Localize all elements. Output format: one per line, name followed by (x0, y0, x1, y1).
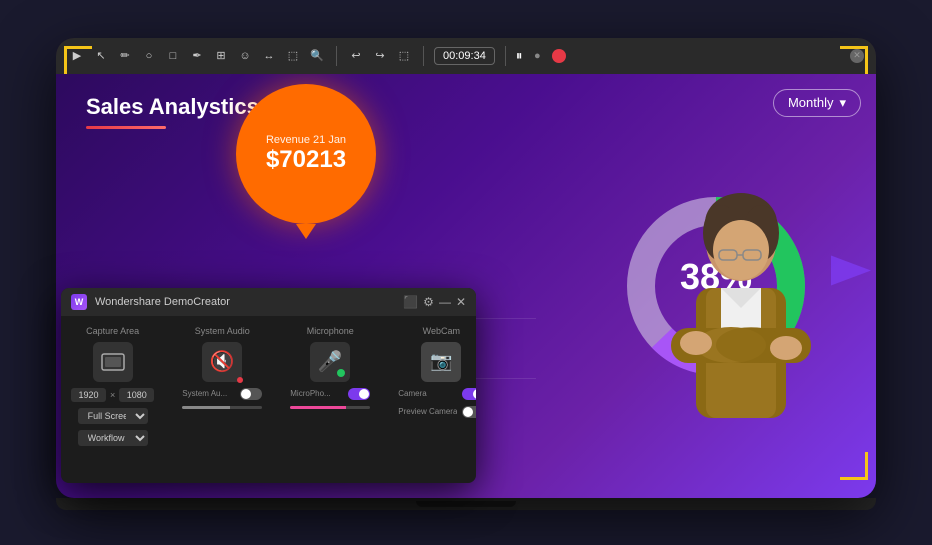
democreator-content: Capture Area × Full Screen Workflow (61, 316, 476, 483)
system-audio-toggle[interactable] (240, 388, 262, 400)
audio-mute-indicator (237, 377, 243, 383)
democreator-logo: W (71, 294, 87, 310)
res-separator: × (110, 390, 115, 400)
webcam-label: WebCam (423, 326, 460, 336)
microphone-slider[interactable] (290, 406, 370, 409)
toolbar-undo-icon[interactable]: ↩ (347, 47, 365, 65)
democreator-restore-btn[interactable]: ⬛ (403, 295, 418, 309)
capture-area-label: Capture Area (86, 326, 139, 336)
system-audio-label: System Audio (195, 326, 250, 336)
revenue-bubble: Revenue 21 Jan $70213 (236, 84, 376, 224)
toolbar-arrow-icon[interactable]: ↔ (260, 47, 278, 65)
toolbar-redo-icon[interactable]: ↪ (371, 47, 389, 65)
fullscreen-dropdown[interactable]: Full Screen (78, 408, 148, 424)
microphone-label: Microphone (307, 326, 354, 336)
capture-area-section: Capture Area × Full Screen Workflow (71, 326, 154, 473)
corner-bracket-br (840, 452, 868, 480)
monthly-dropdown[interactable]: Monthly ▾ (773, 89, 861, 117)
workflow-dropdown[interactable]: Workflow (78, 430, 148, 446)
person-overlay (636, 178, 846, 498)
camera-toggle-row: Camera (398, 388, 476, 400)
person-silhouette-svg (641, 188, 841, 498)
democreator-settings-btn[interactable]: ⚙ (423, 295, 434, 309)
camera-toggle[interactable] (462, 388, 476, 400)
democreator-titlebar: W Wondershare DemoCreator ⬛ ⚙ — ✕ (61, 288, 476, 316)
revenue-amount: $70213 (266, 146, 346, 174)
toolbar-dot-icon[interactable]: ● (528, 47, 546, 65)
webcam-icon-box[interactable]: 📷 (421, 342, 461, 382)
preview-toggle-label: Preview Camera (398, 407, 457, 416)
toolbar-circle-icon[interactable]: ○ (140, 47, 158, 65)
outer-wrapper: ▶ ↖ ✏ ○ □ ✒ ⊞ ☺ ↔ ⬚ 🔍 ↩ ↪ ⬚ 00:09:34 ⏸ ● (36, 28, 896, 518)
res-width-input[interactable] (71, 388, 106, 402)
revenue-date-label: Revenue 21 Jan (266, 134, 346, 146)
toolbar-pen-icon[interactable]: ✒ (188, 47, 206, 65)
democreator-minimize-btn[interactable]: — (439, 295, 451, 309)
microphone-toggle-row: MicroPho... (290, 388, 370, 400)
toolbar-rec-indicator (552, 49, 566, 63)
corner-bracket-tr (840, 46, 868, 74)
resolution-row: × (71, 388, 154, 402)
toolbar-grid-icon[interactable]: ⊞ (212, 47, 230, 65)
system-audio-toggle-knob (241, 389, 251, 399)
microphone-toggle-knob (359, 389, 369, 399)
res-height-input[interactable] (119, 388, 154, 402)
corner-bracket-tl (64, 46, 92, 74)
capture-area-icon[interactable] (93, 342, 133, 382)
system-audio-toggle-row: System Au... (182, 388, 262, 400)
laptop-base (56, 498, 876, 510)
dropdown-chevron: ▾ (839, 95, 846, 111)
toolbar-separator-2 (423, 46, 424, 66)
laptop-notch (416, 501, 516, 507)
toolbar-cursor-icon[interactable]: ↖ (92, 47, 110, 65)
toolbar-timer: 00:09:34 (434, 47, 495, 65)
mic-active-indicator (337, 369, 345, 377)
toolbar-copy-icon[interactable]: ⬚ (395, 47, 413, 65)
microphone-icon-box[interactable]: 🎤 (310, 342, 350, 382)
purple-arrow (826, 245, 876, 300)
toolbar-pause-button[interactable]: ⏸ (516, 48, 523, 64)
toolbar-separator-1 (336, 46, 337, 66)
toolbar-pencil-icon[interactable]: ✏ (116, 47, 134, 65)
toolbar-emoji-icon[interactable]: ☺ (236, 47, 254, 65)
monthly-label: Monthly (788, 95, 834, 110)
democreator-close-btn[interactable]: ✕ (456, 295, 466, 309)
webcam-section: WebCam 📷 Camera Preview Camera (398, 326, 476, 473)
democreator-window: W Wondershare DemoCreator ⬛ ⚙ — ✕ Captur… (61, 288, 476, 483)
system-audio-section: System Audio 🔇 System Au... (182, 326, 262, 473)
toolbar-search-icon[interactable]: 🔍 (308, 47, 326, 65)
preview-toggle-row: Preview Camera (398, 406, 476, 418)
camera-toggle-label: Camera (398, 389, 457, 398)
screen-toolbar: ▶ ↖ ✏ ○ □ ✒ ⊞ ☺ ↔ ⬚ 🔍 ↩ ↪ ⬚ 00:09:34 ⏸ ● (56, 38, 876, 74)
toolbar-rect-icon[interactable]: □ (164, 47, 182, 65)
microphone-toggle[interactable] (348, 388, 370, 400)
democreator-title: Wondershare DemoCreator (95, 296, 395, 308)
democreator-window-controls: ⬛ ⚙ — ✕ (403, 295, 466, 309)
system-audio-icon[interactable]: 🔇 (202, 342, 242, 382)
microphone-section: Microphone 🎤 MicroPho... (290, 326, 370, 473)
preview-toggle[interactable] (462, 406, 476, 418)
camera-toggle-knob (473, 389, 476, 399)
system-audio-toggle-label: System Au... (182, 389, 235, 398)
toolbar-separator-3 (505, 46, 506, 66)
system-audio-slider[interactable] (182, 406, 262, 409)
preview-toggle-knob (463, 407, 473, 417)
microphone-toggle-label: MicroPho... (290, 389, 343, 398)
toolbar-frame-icon[interactable]: ⬚ (284, 47, 302, 65)
title-underline (86, 126, 166, 129)
